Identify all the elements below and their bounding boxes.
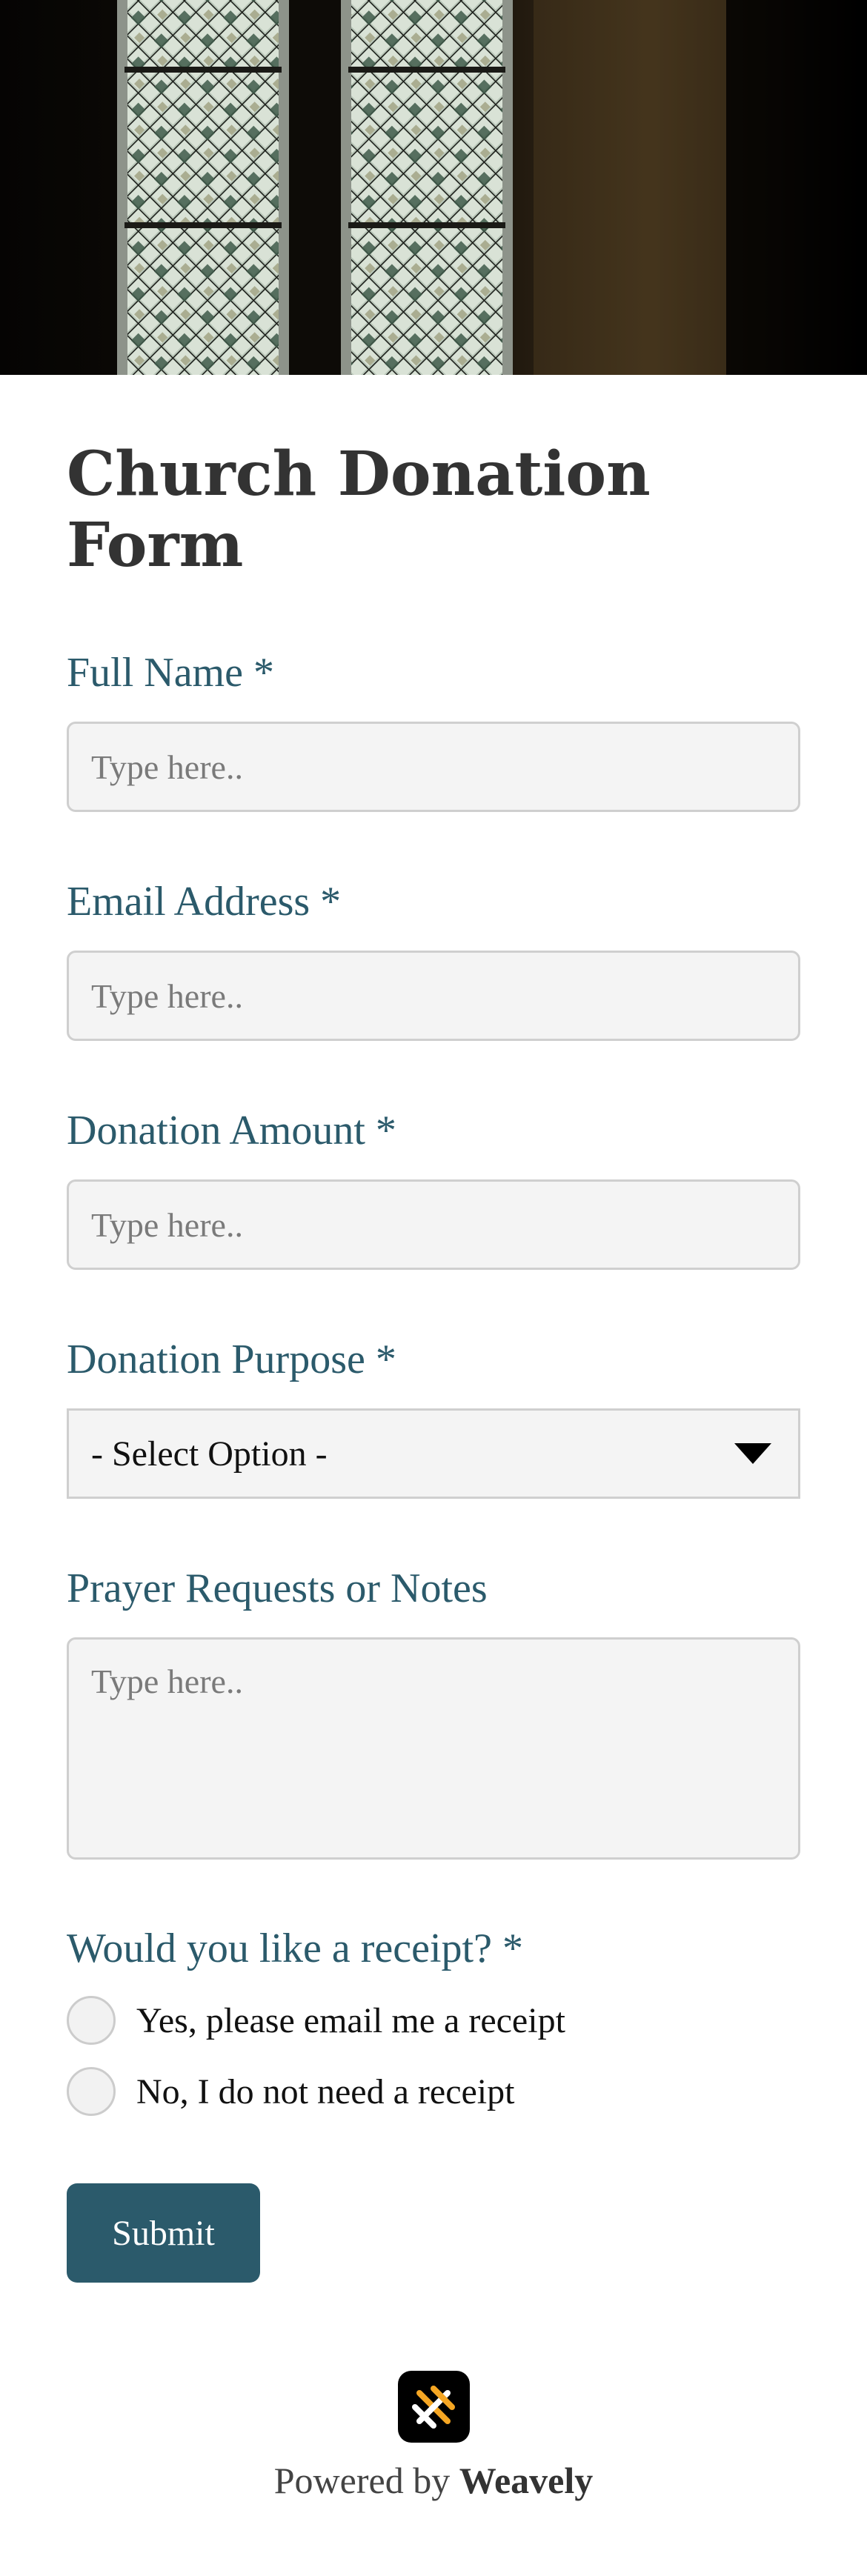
donation-amount-label: Donation Amount * [67,1108,396,1154]
weavely-logo-icon[interactable] [397,2371,470,2443]
brand-name[interactable]: Weavely [459,2460,594,2501]
email-label: Email Address * [67,879,342,925]
donation-purpose-select[interactable]: - Select Option - [67,1408,800,1499]
radio-button[interactable] [67,1996,116,2045]
donation-purpose-selected: - Select Option - [91,1434,328,1474]
full-name-label: Full Name * [67,650,274,696]
email-input[interactable] [67,951,800,1041]
full-name-input[interactable] [67,722,800,812]
caret-down-icon [734,1443,771,1464]
form-title: Church Donation Form [67,439,651,581]
radio-label: Yes, please email me a receipt [136,2000,565,2040]
notes-label: Prayer Requests or Notes [67,1565,488,1611]
powered-by-text: Powered by Weavely [0,2459,867,2502]
powered-prefix: Powered by [273,2460,451,2501]
hero-image [0,0,867,375]
radio-label: No, I do not need a receipt [136,2071,515,2111]
receipt-option-yes[interactable]: Yes, please email me a receipt [67,1994,565,2046]
receipt-option-no[interactable]: No, I do not need a receipt [67,2066,514,2117]
radio-button[interactable] [67,2067,116,2116]
donation-purpose-label: Donation Purpose * [67,1337,396,1382]
footer: Powered by Weavely [0,2371,867,2502]
notes-textarea[interactable] [67,1637,800,1860]
donation-amount-input[interactable] [67,1179,800,1270]
receipt-question-label: Would you like a receipt? * [67,1926,523,1971]
submit-button[interactable]: Submit [67,2183,260,2283]
